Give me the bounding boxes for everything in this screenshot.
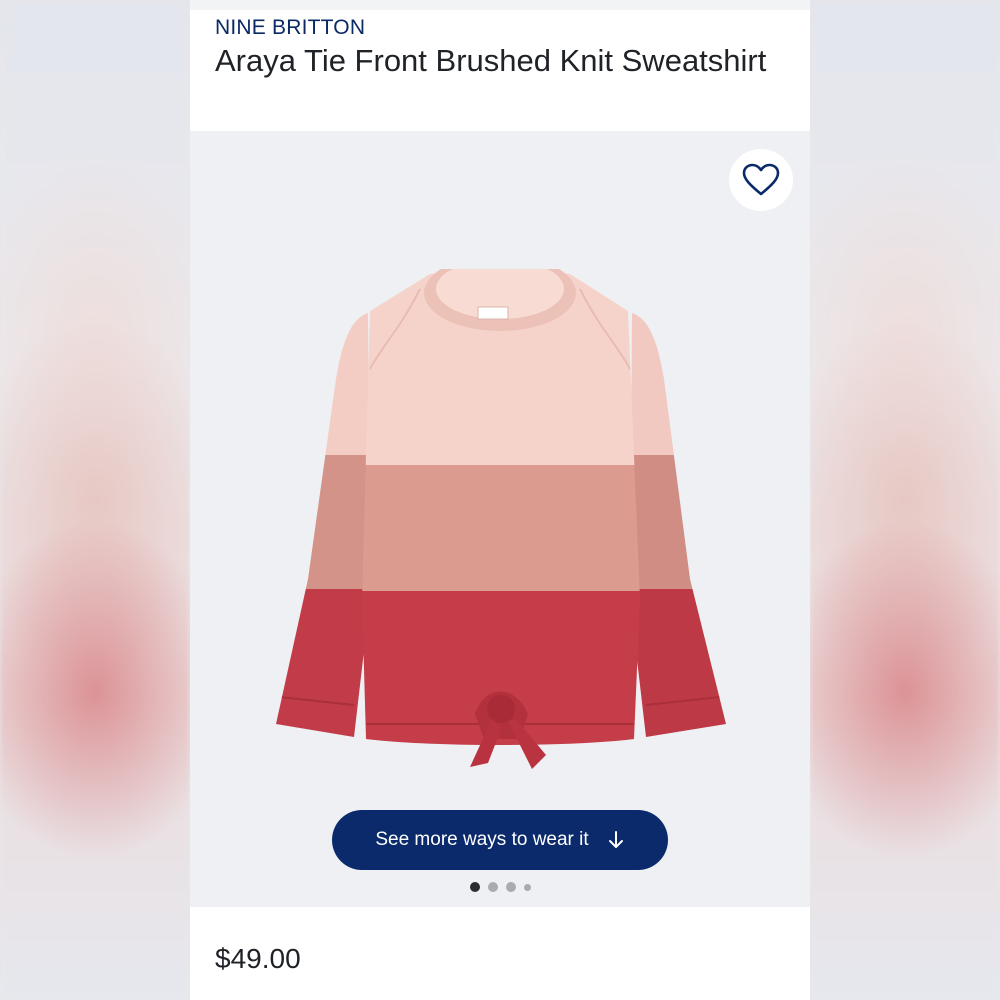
arrow-down-icon <box>608 831 623 848</box>
gallery-pagination <box>190 882 810 892</box>
pagination-dot-2[interactable] <box>487 882 498 892</box>
price-section: $49.00 <box>190 907 810 1000</box>
pagination-dot-4[interactable] <box>523 883 531 891</box>
heart-outline-icon <box>742 163 780 196</box>
product-screen: NINE BRITTON Araya Tie Front Brushed Kni… <box>190 0 810 1000</box>
pagination-dot-1[interactable] <box>469 882 480 892</box>
sweatshirt-body <box>362 269 640 745</box>
sweatshirt-product-image <box>276 269 726 769</box>
top-strip <box>190 0 810 10</box>
background-blur-right <box>810 0 1000 1000</box>
background-blur-left <box>0 0 190 1000</box>
favorite-button[interactable] <box>729 149 793 211</box>
product-image-gallery[interactable]: See more ways to wear it <box>190 131 810 907</box>
product-header: NINE BRITTON Araya Tie Front Brushed Kni… <box>190 10 810 131</box>
see-more-ways-button[interactable]: See more ways to wear it <box>332 810 668 870</box>
product-price: $49.00 <box>215 943 301 974</box>
neck-label <box>477 306 509 320</box>
product-title: Araya Tie Front Brushed Knit Sweatshirt <box>215 43 767 78</box>
see-more-ways-label: See more ways to wear it <box>375 829 589 850</box>
pagination-dot-3[interactable] <box>505 882 516 892</box>
brand-name[interactable]: NINE BRITTON <box>215 15 785 41</box>
